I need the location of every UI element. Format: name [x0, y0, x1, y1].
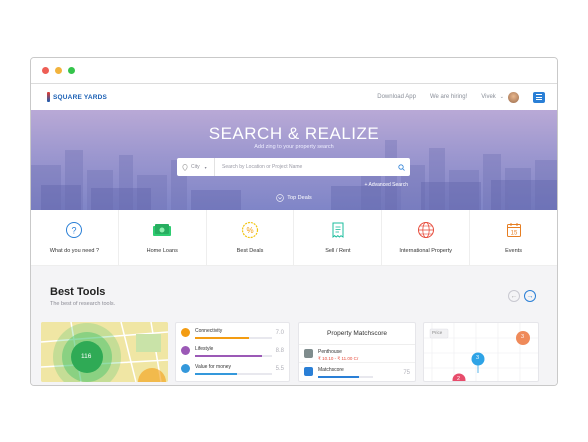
receipt-icon — [332, 222, 344, 239]
search-input[interactable] — [215, 164, 392, 170]
category-bar: ? What do you need ? Home Loans % Best D… — [31, 210, 557, 266]
category-best-deals[interactable]: % Best Deals — [207, 210, 295, 265]
bubble-label: 3 — [476, 355, 480, 361]
calendar-day: 15 — [510, 231, 517, 237]
percent-badge-icon: % — [241, 221, 259, 239]
maximize-window-button[interactable] — [68, 67, 75, 74]
metric-bar — [195, 337, 272, 339]
hero-banner: SEARCH & REALIZE Add zing to your proper… — [31, 110, 557, 210]
best-tools-section: Best Tools The best of research tools. ←… — [31, 266, 557, 385]
chevron-down-icon: ▾ — [204, 164, 207, 170]
top-deals-toggle[interactable]: Top Deals — [31, 194, 557, 202]
property-matchscore-card[interactable]: Property Matchscore Penthouse ₹ 10.10 - … — [298, 322, 416, 382]
svg-text:%: % — [247, 226, 254, 235]
matchscore-bar — [318, 376, 373, 378]
hero-subtitle: Add zing to your property search — [254, 144, 334, 150]
chevron-down-icon: ⌄ — [499, 94, 504, 100]
arrow-right-icon: → — [526, 292, 534, 300]
search-icon — [397, 163, 405, 171]
category-label: What do you need ? — [49, 248, 100, 254]
category-international-property[interactable]: International Property — [382, 210, 471, 265]
money-icon — [153, 224, 172, 236]
location-pin-icon — [182, 163, 188, 171]
search-button[interactable] — [392, 158, 410, 176]
carousel-next-button[interactable]: → — [524, 290, 536, 302]
price-axis-label: Price — [432, 330, 443, 335]
city-select[interactable]: City ▾ — [177, 158, 215, 176]
value-for-money-icon — [181, 364, 190, 373]
hamburger-menu-button[interactable] — [533, 91, 545, 103]
matchscore-row: Matchscore 75 — [299, 363, 415, 381]
calendar-icon: 15 — [506, 223, 521, 237]
lifestyle-icon — [181, 346, 190, 355]
advanced-search-link[interactable]: + Advanced Search — [364, 182, 408, 188]
metric-bar — [195, 355, 272, 357]
category-label: Sell / Rent — [325, 248, 351, 254]
category-sell-rent[interactable]: Sell / Rent — [294, 210, 383, 265]
chevron-circle-down-icon — [276, 194, 284, 202]
globe-icon — [417, 222, 434, 238]
category-events[interactable]: 15 Events — [470, 210, 557, 265]
svg-text:?: ? — [72, 226, 77, 236]
locality-ratings-card[interactable]: Connectivity 7.0 Lifestyle 8.8 Value for… — [175, 322, 290, 382]
matchscore-label: Matchscore — [318, 367, 344, 373]
metric-value: 8.8 — [275, 348, 284, 354]
hero-title: SEARCH & REALIZE — [208, 124, 380, 143]
question-icon: ? — [66, 222, 83, 238]
heatmap-tool-card[interactable]: 116 — [41, 322, 168, 382]
site-logo[interactable]: SQUARE YARDS — [47, 92, 107, 102]
logo-text: SQUARE YARDS — [53, 93, 108, 101]
category-label: International Property — [399, 248, 453, 254]
price-range: ₹ 10.10 - ₹ 11.00 Cr — [318, 356, 359, 361]
category-what-do-you-need[interactable]: ? What do you need ? — [31, 210, 119, 265]
heatmap-map — [41, 322, 168, 382]
property-type: Penthouse — [318, 349, 342, 355]
hiring-link[interactable]: We are hiring! — [430, 94, 467, 100]
category-label: Best Deals — [236, 248, 264, 254]
metric-row: Lifestyle 8.8 — [176, 343, 289, 361]
metric-bar — [195, 373, 272, 375]
close-window-button[interactable] — [42, 67, 49, 74]
avatar — [508, 91, 519, 103]
metric-label: Value for money — [195, 364, 232, 370]
top-deals-label: Top Deals — [287, 195, 312, 201]
metric-row: Connectivity 7.0 — [176, 325, 289, 343]
city-select-label: City — [191, 164, 200, 170]
cluster-count: 116 — [81, 353, 92, 360]
top-nav: SQUARE YARDS Download App We are hiring!… — [31, 84, 557, 110]
section-subtitle: The best of research tools. — [50, 301, 116, 307]
carousel-prev-button[interactable]: ← — [508, 290, 520, 302]
nav-links: Download App We are hiring! Vivek ⌄ — [377, 91, 545, 103]
category-home-loans[interactable]: Home Loans — [119, 210, 207, 265]
bubble-label: 3 — [521, 334, 525, 340]
matchscore-value: 75 — [403, 370, 410, 376]
matchscore-row: Penthouse ₹ 10.10 - ₹ 11.00 Cr — [299, 345, 415, 363]
card-title: Property Matchscore — [299, 323, 415, 345]
category-label: Events — [505, 248, 522, 254]
section-title: Best Tools — [50, 286, 106, 298]
metric-label: Lifestyle — [195, 346, 214, 352]
metric-label: Connectivity — [195, 328, 223, 334]
web-page: SQUARE YARDS Download App We are hiring!… — [31, 84, 557, 385]
download-app-link[interactable]: Download App — [377, 94, 416, 100]
logo-mark-icon — [47, 92, 50, 102]
category-label: Home Loans — [146, 248, 178, 254]
arrow-left-icon: ← — [510, 292, 518, 300]
score-icon — [304, 367, 313, 376]
minimize-window-button[interactable] — [55, 67, 62, 74]
user-name: Vivek — [481, 94, 496, 100]
price-trends-card[interactable]: Price 3 3 2 — [423, 322, 539, 382]
user-menu[interactable]: Vivek ⌄ — [481, 91, 519, 103]
property-search-bar: City ▾ — [177, 158, 410, 176]
metric-value: 5.5 — [275, 366, 284, 372]
browser-window: SQUARE YARDS Download App We are hiring!… — [30, 57, 558, 386]
building-icon — [304, 349, 313, 358]
metric-value: 7.0 — [275, 330, 284, 336]
metric-row: Value for money 5.5 — [176, 361, 289, 379]
window-titlebar — [31, 58, 557, 84]
connectivity-icon — [181, 328, 190, 337]
bubble-label: 2 — [457, 376, 461, 382]
